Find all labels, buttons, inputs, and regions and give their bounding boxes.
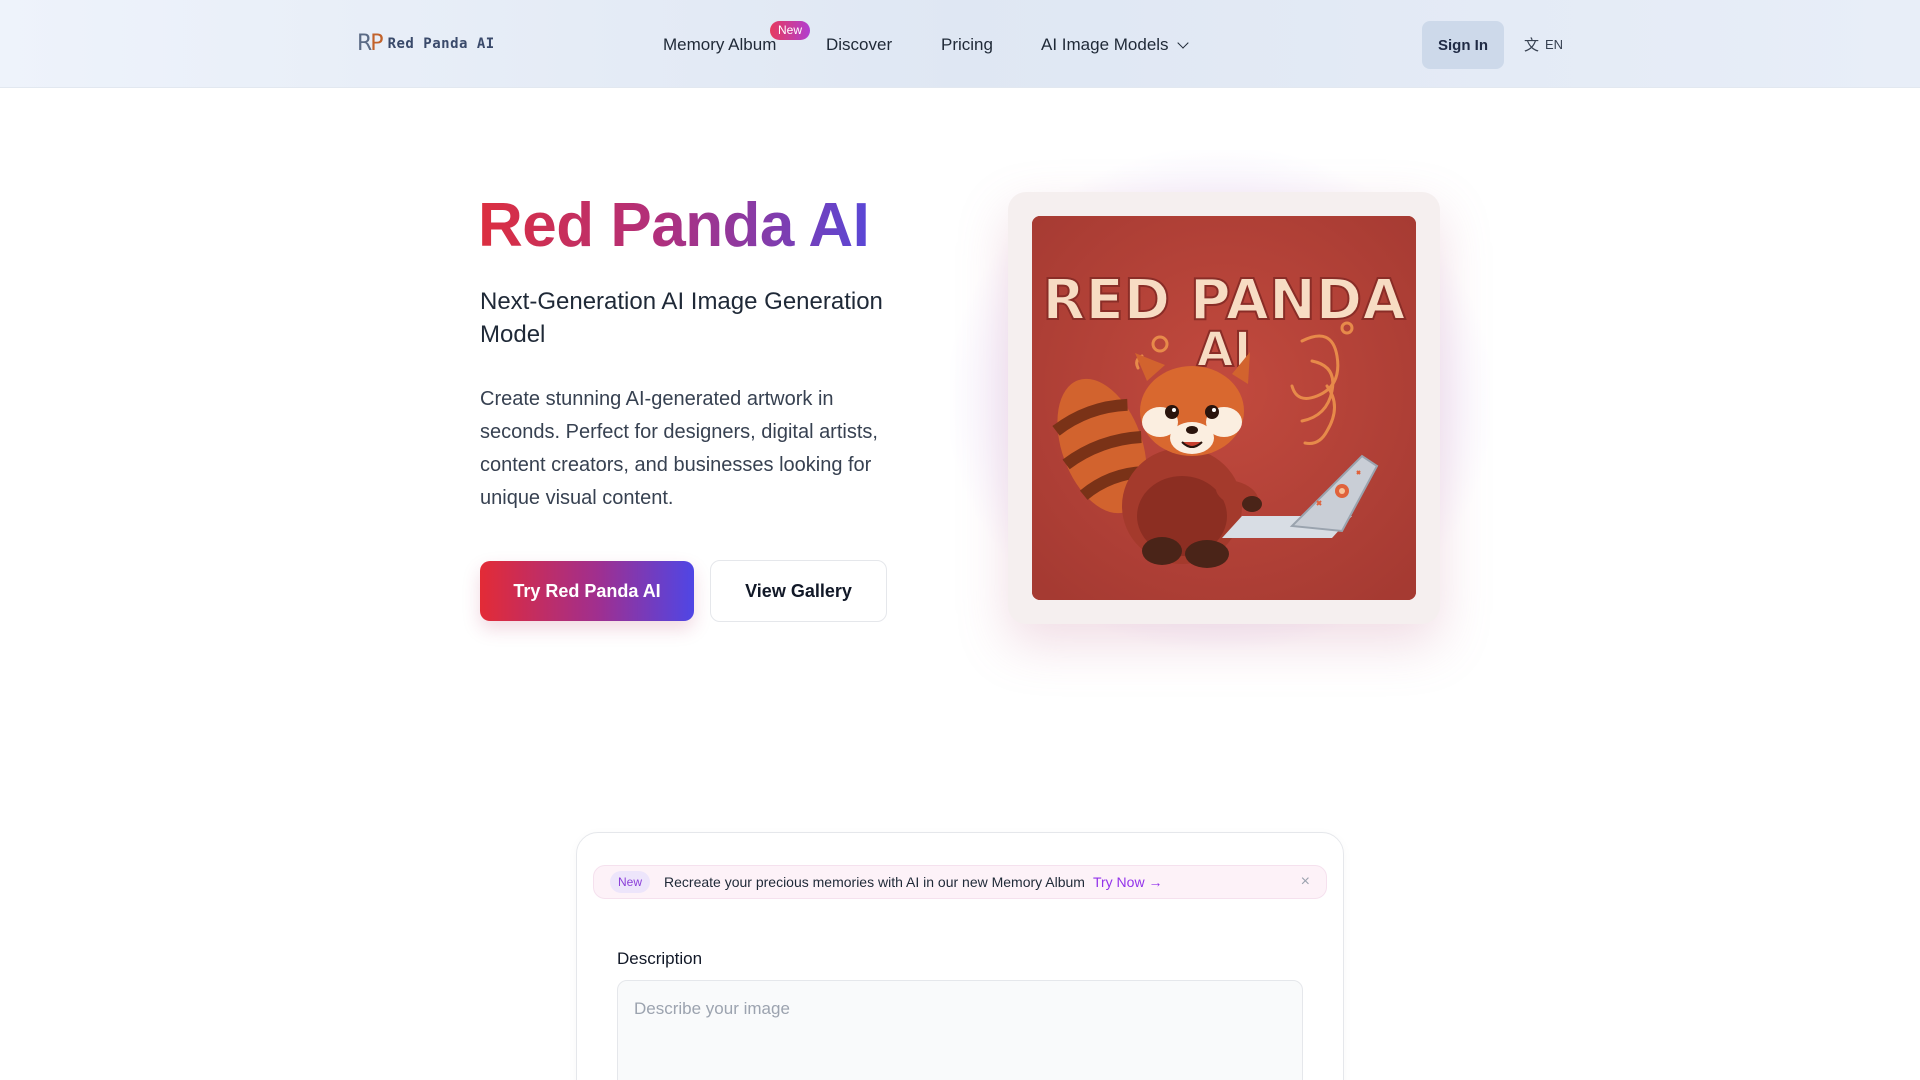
hero-subtitle: Next-Generation AI Image Generation Mode… bbox=[480, 288, 883, 348]
description-label: Description bbox=[617, 949, 703, 968]
hero-image: RED PANDA AI bbox=[1032, 216, 1416, 600]
hero-title: Red Panda AI bbox=[478, 191, 870, 260]
sign-in-button[interactable]: Sign In bbox=[1422, 21, 1504, 69]
logo-text: Red Panda AI bbox=[387, 36, 495, 52]
site-header: RP Red Panda AI Memory Album New Discove… bbox=[0, 0, 1920, 88]
announcement-badge: New bbox=[610, 871, 651, 893]
nav-memory-album[interactable]: Memory Album bbox=[663, 34, 776, 56]
chevron-down-icon bbox=[1176, 37, 1189, 49]
hero-image-card: RED PANDA AI bbox=[1008, 192, 1440, 624]
try-now-link[interactable]: Try Now → bbox=[1093, 874, 1162, 890]
hero-description: Create stunning AI-generated artwork in … bbox=[480, 388, 878, 509]
nav-ai-image-models[interactable]: AI Image Models bbox=[1041, 34, 1189, 56]
description-input[interactable] bbox=[617, 980, 1303, 1080]
language-switcher[interactable]: 文 EN bbox=[1524, 34, 1563, 55]
language-code: EN bbox=[1545, 37, 1564, 52]
announcement-text: Recreate your precious memories with AI … bbox=[664, 874, 1085, 890]
red-panda-illustration: RED PANDA AI bbox=[1032, 216, 1416, 600]
translate-icon: 文 bbox=[1524, 36, 1540, 54]
view-gallery-button[interactable]: View Gallery bbox=[710, 560, 887, 622]
try-red-panda-button[interactable]: Try Red Panda AI bbox=[480, 561, 694, 621]
logo-link[interactable]: RP Red Panda AI bbox=[357, 30, 495, 58]
announcement-bar: New Recreate your precious memories with… bbox=[593, 865, 1327, 899]
generator-card: New Recreate your precious memories with… bbox=[576, 832, 1344, 1080]
nav-pricing[interactable]: Pricing bbox=[941, 34, 993, 56]
logo-icon: RP bbox=[357, 31, 384, 56]
new-badge: New bbox=[770, 21, 811, 40]
nav-discover[interactable]: Discover bbox=[826, 34, 892, 56]
close-icon[interactable]: × bbox=[1301, 873, 1310, 891]
nav-ai-image-models-label: AI Image Models bbox=[1041, 35, 1169, 54]
